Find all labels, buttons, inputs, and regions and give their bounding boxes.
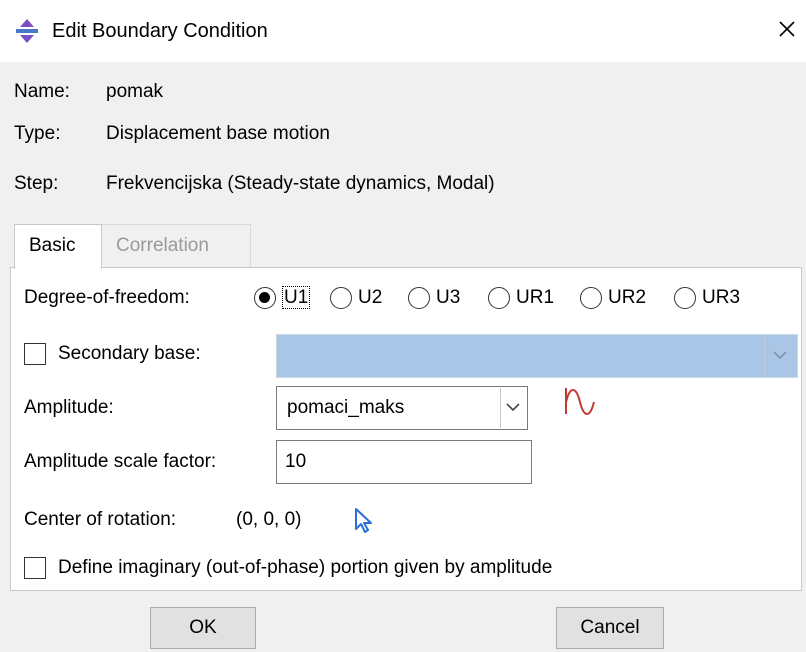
step-value: Frekvencijska (Steady-state dynamics, Mo… [106, 173, 495, 194]
radio-u3[interactable] [408, 287, 430, 309]
cancel-button[interactable]: Cancel [556, 607, 664, 649]
amplitude-curve-icon[interactable] [560, 384, 602, 420]
secondary-base-dropdown [764, 336, 796, 376]
scale-factor-input[interactable]: 10 [276, 440, 532, 484]
type-row: Type: Displacement base motion [14, 122, 330, 146]
radio-ur2[interactable] [580, 287, 602, 309]
secondary-base-select [276, 334, 798, 378]
chevron-down-icon [506, 403, 520, 412]
radio-ur1-label: UR1 [516, 287, 555, 308]
amplitude-select[interactable]: pomaci_maks [276, 386, 528, 430]
dialog-title: Edit Boundary Condition [52, 20, 268, 42]
center-of-rotation-label: Center of rotation: [24, 509, 177, 530]
type-value: Displacement base motion [106, 123, 330, 144]
radio-ur2-label: UR2 [608, 287, 647, 308]
name-row: Name: pomak [14, 80, 163, 104]
close-icon[interactable] [772, 14, 802, 44]
radio-u1[interactable] [254, 287, 276, 309]
imaginary-portion-label: Define imaginary (out-of-phase) portion … [58, 557, 553, 578]
secondary-base-label: Secondary base: [58, 343, 201, 364]
radio-ur3[interactable] [674, 287, 696, 309]
dof-label: Degree-of-freedom: [24, 287, 190, 308]
imaginary-portion-checkbox[interactable] [24, 557, 46, 579]
ok-button[interactable]: OK [150, 607, 256, 649]
name-value: pomak [106, 81, 164, 102]
tab-basic[interactable]: Basic [14, 224, 102, 269]
name-label: Name: [14, 81, 70, 102]
secondary-base-checkbox[interactable] [24, 343, 46, 365]
scale-factor-label: Amplitude scale factor: [24, 451, 217, 472]
radio-u2[interactable] [330, 287, 352, 309]
select-pointer-icon[interactable] [352, 506, 376, 534]
tab-correlation[interactable]: Correlation [101, 224, 251, 267]
type-label: Type: [14, 123, 61, 144]
amplitude-dropdown[interactable] [500, 388, 526, 428]
boundary-condition-icon [16, 19, 38, 43]
radio-ur3-label: UR3 [702, 287, 741, 308]
radio-u2-label: U2 [358, 287, 383, 308]
chevron-down-icon [773, 351, 787, 360]
radio-u1-label: U1 [282, 286, 311, 309]
step-label: Step: [14, 173, 59, 194]
amplitude-label: Amplitude: [24, 397, 114, 418]
center-of-rotation-value: (0, 0, 0) [236, 509, 302, 530]
amplitude-value: pomaci_maks [287, 397, 405, 418]
step-row: Step: Frekvencijska (Steady-state dynamic… [14, 172, 495, 196]
radio-ur1[interactable] [488, 287, 510, 309]
radio-u3-label: U3 [436, 287, 461, 308]
